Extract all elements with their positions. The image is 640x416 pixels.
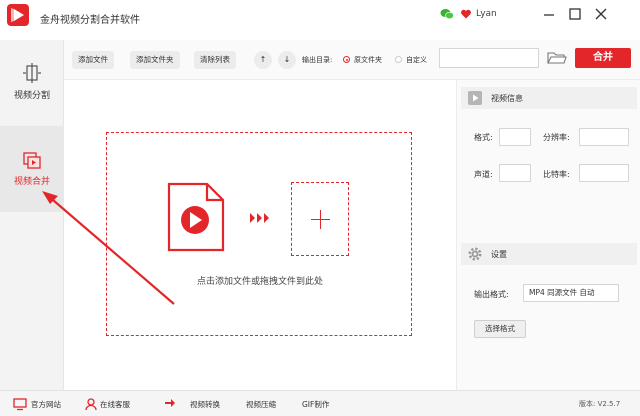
maximize-icon[interactable] — [567, 6, 583, 22]
radio-custom-label[interactable]: 自定义 — [406, 55, 427, 65]
right-panel: 视频信息 格式: 分辨率: 声道: 比特率: 设置 输出格式: MP4 同源文件… — [456, 80, 640, 390]
arrow-right-icon — [250, 213, 269, 223]
sidebar-item-label: 视频分割 — [13, 91, 50, 101]
file-dropzone[interactable]: 点击添加文件或拖拽文件到此处 — [106, 132, 412, 336]
move-down-button[interactable]: ↓ — [278, 51, 296, 69]
sidebar-item-merge[interactable]: 视频合并 — [0, 126, 64, 212]
radio-source-folder[interactable] — [343, 56, 350, 63]
format-value — [499, 128, 531, 146]
sidebar: 视频分割 视频合并 — [0, 40, 64, 390]
sidebar-item-split[interactable]: 视频分割 — [0, 40, 64, 126]
add-file-box[interactable] — [291, 182, 349, 256]
video-info-header: 视频信息 — [461, 87, 637, 109]
version-label: 版本: V2.5.7 — [579, 400, 621, 408]
output-format-label: 输出格式: — [474, 290, 509, 299]
online-service-link[interactable]: 在线客服 — [100, 399, 130, 411]
format-label: 格式: — [474, 133, 493, 142]
bitrate-value — [579, 164, 629, 182]
resolution-value — [579, 128, 629, 146]
split-icon — [23, 63, 41, 83]
wechat-icon — [440, 9, 454, 20]
video-info-icon — [468, 91, 482, 105]
drop-hint: 点击添加文件或拖拽文件到此处 — [196, 277, 323, 287]
gif-make-link[interactable]: GIF制作 — [302, 399, 329, 411]
sidebar-item-label: 视频合并 — [13, 177, 50, 187]
clear-list-button[interactable]: 清除列表 — [194, 51, 236, 69]
settings-title: 设置 — [491, 250, 507, 259]
output-path-input[interactable] — [439, 48, 539, 68]
play-logo-icon — [7, 4, 29, 26]
video-convert-link[interactable]: 视频转换 — [190, 399, 220, 411]
resolution-label: 分辨率: — [543, 133, 570, 142]
minimize-icon[interactable] — [541, 6, 557, 22]
radio-source-folder-label[interactable]: 原文件夹 — [354, 55, 382, 65]
toolbar: 添加文件 添加文件夹 清除列表 ↑ ↓ 输出目录: 原文件夹 自定义 合并 — [64, 40, 640, 80]
video-compress-link[interactable]: 视频压缩 — [246, 399, 276, 411]
video-convert-icon — [165, 399, 175, 407]
main-area: 点击添加文件或拖拽文件到此处 — [64, 80, 456, 390]
folder-icon[interactable] — [547, 51, 567, 65]
radio-custom[interactable] — [395, 56, 402, 63]
user-area[interactable]: Lyan — [440, 7, 497, 21]
status-bar: 官方网站 在线客服 视频转换 视频压缩 GIF制作 版本: V2.5.7 — [0, 390, 640, 416]
official-site-link[interactable]: 官方网站 — [31, 399, 61, 411]
output-format-select[interactable]: MP4 同源文件 自动 — [523, 284, 619, 302]
vip-heart-icon — [461, 9, 471, 19]
merge-button[interactable]: 合并 — [575, 48, 631, 68]
add-folder-button[interactable]: 添加文件夹 — [130, 51, 180, 69]
select-format-button[interactable]: 选择格式 — [474, 320, 526, 338]
username: Lyan — [476, 9, 497, 19]
app-title: 金舟视频分割合并软件 — [40, 15, 140, 26]
settings-header: 设置 — [461, 243, 637, 265]
customer-service-icon — [85, 398, 97, 411]
merge-icon — [23, 152, 41, 169]
move-up-button[interactable]: ↑ — [254, 51, 272, 69]
output-dir-label: 输出目录: — [302, 56, 333, 64]
title-bar: 金舟视频分割合并软件 Lyan — [0, 0, 640, 40]
gear-icon — [468, 247, 482, 261]
close-icon[interactable] — [593, 6, 609, 22]
monitor-icon — [13, 398, 27, 411]
video-info-title: 视频信息 — [491, 94, 523, 103]
channel-value — [499, 164, 531, 182]
add-file-button[interactable]: 添加文件 — [72, 51, 114, 69]
bitrate-label: 比特率: — [543, 170, 570, 179]
video-file-icon — [167, 182, 225, 252]
channel-label: 声道: — [474, 170, 493, 179]
